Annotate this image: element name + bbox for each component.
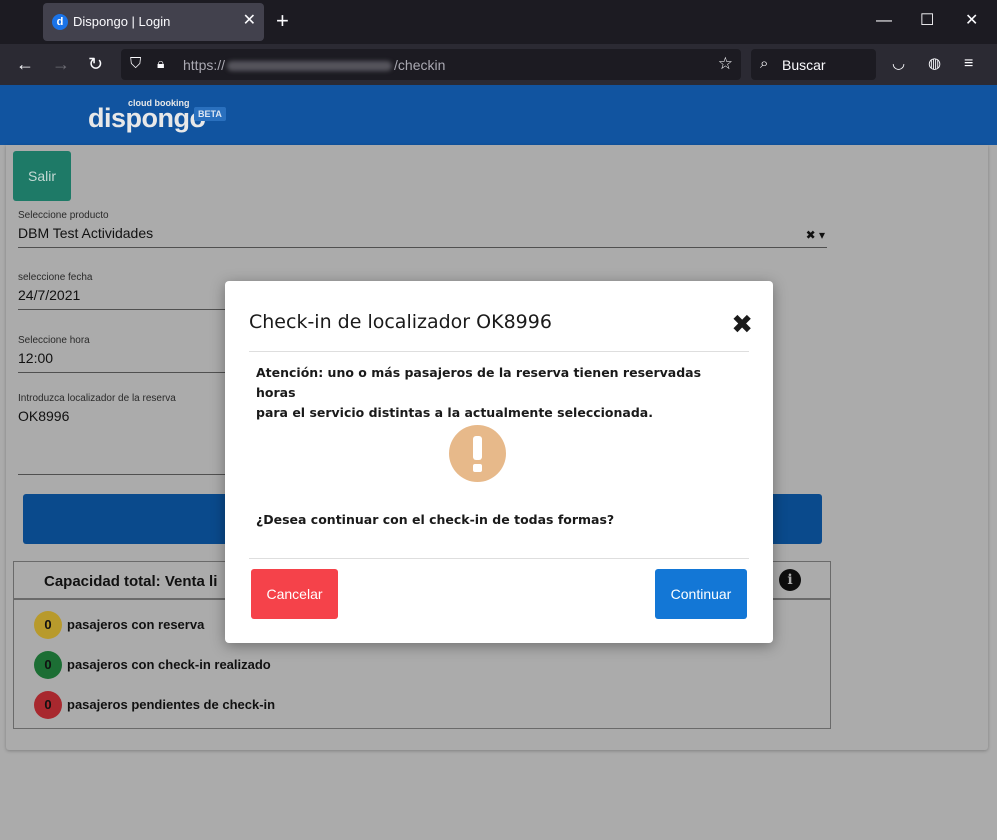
tab-title: Dispongo | Login <box>73 14 171 29</box>
url-text: https:///checkin <box>183 57 446 73</box>
modal-divider <box>249 558 749 559</box>
exit-button[interactable]: Salir <box>13 151 71 201</box>
bookmark-star-icon[interactable]: ☆ <box>718 54 733 74</box>
dispongo-favicon-icon: d <box>52 14 68 30</box>
time-label: Seleccione hora <box>18 335 90 346</box>
count-badge: 0 <box>34 611 62 639</box>
cancel-button[interactable]: Cancelar <box>251 569 338 619</box>
clear-icon[interactable]: ✖ ▾ <box>806 228 825 242</box>
lock-icon[interactable]: 🔒︎ <box>157 55 164 72</box>
count-badge: 0 <box>34 691 62 719</box>
capacity-title: Capacidad total: Venta li <box>44 573 218 590</box>
time-value: 12:00 <box>18 350 54 366</box>
extension-icon[interactable]: ◍ <box>928 53 941 75</box>
url-bar[interactable]: ⛉ 🔒︎ https:///checkin ☆ <box>121 49 741 80</box>
date-value: 24/7/2021 <box>18 287 81 303</box>
back-icon[interactable]: ← <box>16 53 34 75</box>
beta-badge: BETA <box>194 107 226 121</box>
modal-title: Check-in de localizador OK8996 <box>249 311 552 333</box>
browser-tabbar: d Dispongo | Login ✕ + — ☐ ✕ <box>0 0 997 44</box>
modal-message: Atención: uno o más pasajeros de la rese… <box>256 365 702 420</box>
shield-icon[interactable]: ⛉ <box>130 55 141 72</box>
modal-divider <box>249 351 749 352</box>
date-label: seleccione fecha <box>18 272 93 283</box>
modal-question: ¿Desea continuar con el check-in de toda… <box>256 512 615 527</box>
continue-button[interactable]: Continuar <box>655 569 747 619</box>
reload-icon[interactable]: ↻ <box>88 53 103 75</box>
capacity-row-label: pasajeros con check-in realizado <box>67 657 271 672</box>
product-value: DBM Test Actividades <box>18 225 154 241</box>
window-close-icon[interactable]: ✕ <box>965 12 978 30</box>
browser-tab[interactable]: d Dispongo | Login ✕ <box>43 3 264 41</box>
product-select[interactable]: Seleccione producto DBM Test Actividades… <box>18 210 827 248</box>
search-input[interactable]: ⌕ Buscar <box>751 49 876 80</box>
locator-field[interactable]: Introduzca localizador de la reserva OK8… <box>18 393 230 475</box>
warning-icon <box>449 425 506 482</box>
maximize-icon[interactable]: ☐ <box>920 12 934 30</box>
locator-label: Introduzca localizador de la reserva <box>18 393 176 404</box>
time-field[interactable]: Seleccione hora 12:00 <box>18 335 230 373</box>
tab-close-icon[interactable]: ✕ <box>243 12 256 30</box>
menu-icon[interactable]: ≡ <box>964 53 973 75</box>
search-icon: ⌕ <box>760 55 769 72</box>
close-icon[interactable]: ✖ <box>731 312 753 338</box>
info-icon[interactable]: i <box>779 569 801 591</box>
capacity-row-label: pasajeros pendientes de check-in <box>67 697 276 712</box>
capacity-row-label: pasajeros con reserva <box>67 617 205 632</box>
checkin-warning-modal: Check-in de localizador OK8996 ✖ Atenció… <box>225 281 773 643</box>
forward-icon[interactable]: → <box>52 53 70 75</box>
pocket-icon[interactable]: ◡ <box>892 53 905 75</box>
product-label: Seleccione producto <box>18 210 109 221</box>
url-blurred-host <box>227 61 393 72</box>
app-header: cloud booking dispongo BETA <box>0 85 997 145</box>
locator-value: OK8996 <box>18 408 70 424</box>
new-tab-icon[interactable]: + <box>276 10 289 32</box>
logo: dispongo <box>88 103 206 133</box>
browser-navbar: ← → ↻ ⛉ 🔒︎ https:///checkin ☆ ⌕ Buscar ◡… <box>0 44 997 85</box>
date-field[interactable]: seleccione fecha 24/7/2021 <box>18 272 230 310</box>
count-badge: 0 <box>34 651 62 679</box>
minimize-icon[interactable]: — <box>876 12 892 30</box>
